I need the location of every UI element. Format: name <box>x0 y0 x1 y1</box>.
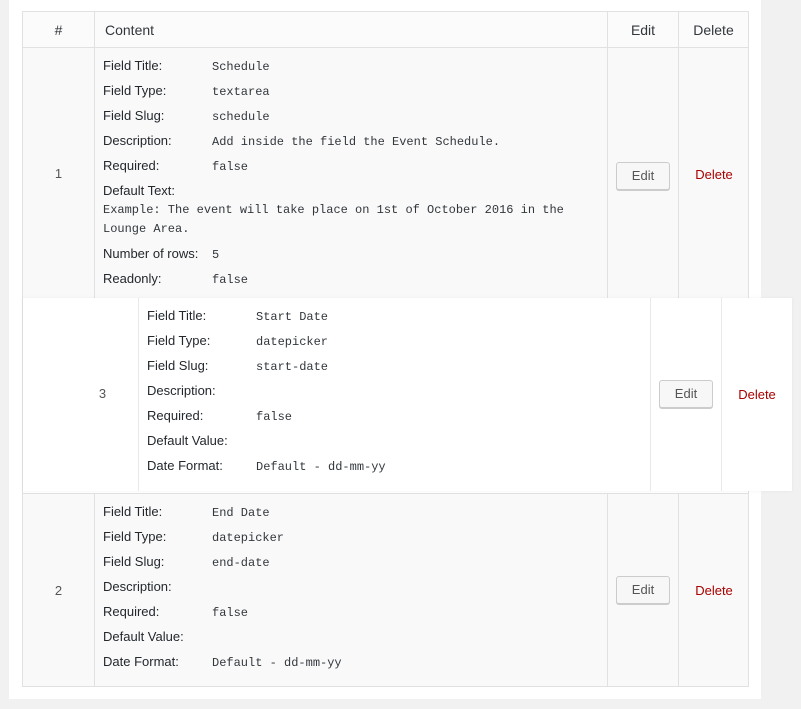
dragged-row[interactable]: 3 Field Title: Start Date Field Type: date… <box>23 298 792 491</box>
required-line: Required: false <box>103 602 248 622</box>
description-line: Description: <box>103 577 212 597</box>
field-slug-value: end-date <box>212 556 270 570</box>
field-type-label: Field Type: <box>147 333 211 348</box>
row-number: 3 <box>98 386 107 401</box>
description-line: Description: <box>147 381 256 401</box>
readonly-value: false <box>212 273 249 287</box>
field-slug-label: Field Slug: <box>103 554 165 569</box>
default-value-label: Default Value: <box>147 433 228 448</box>
table-row[interactable]: 2 Field Title: End Date Field Type: datepi… <box>23 493 748 686</box>
field-slug-line: Field Slug: start-date <box>147 356 328 376</box>
field-type-line: Field Type: textarea <box>103 81 270 101</box>
readonly-label: Readonly: <box>103 271 162 286</box>
row-content: Field Title: End Date Field Type: datepick… <box>94 494 607 686</box>
description-line: Description: Add inside the field the Eve… <box>103 131 500 151</box>
date-format-line: Date Format: Default - dd-mm-yy <box>103 652 342 672</box>
readonly-line: Readonly: false <box>103 269 248 289</box>
header-num: # <box>54 22 63 38</box>
default-value-label: Default Value: <box>103 629 184 644</box>
date-format-line: Date Format: Default - dd-mm-yy <box>147 456 386 476</box>
required-line: Required: false <box>147 406 292 426</box>
field-slug-value: start-date <box>256 360 329 374</box>
date-format-label: Date Format: <box>147 458 223 473</box>
delete-cell: Delete <box>678 48 748 299</box>
delete-cell: Delete <box>721 298 792 491</box>
required-line: Required: false <box>103 156 248 176</box>
field-type-value: datepicker <box>256 335 329 349</box>
required-value: false <box>212 160 249 174</box>
field-title-value: Start Date <box>256 310 329 324</box>
header-edit: Edit <box>607 12 678 47</box>
date-format-label: Date Format: <box>103 654 179 669</box>
required-label: Required: <box>103 158 160 173</box>
field-slug-value: schedule <box>212 110 270 124</box>
row-content: Field Title: Start Date Field Type: datepi… <box>138 298 651 491</box>
delete-link[interactable]: Delete <box>722 387 792 402</box>
field-title-value: Schedule <box>212 60 270 74</box>
field-slug-label: Field Slug: <box>147 358 209 373</box>
field-type-value: datepicker <box>212 531 285 545</box>
field-type-line: Field Type: datepicker <box>103 527 284 547</box>
description-value: Add inside the field the Event Schedule. <box>212 135 501 149</box>
field-title-label: Field Title: <box>147 308 207 323</box>
row-number: 2 <box>54 583 63 598</box>
edit-button[interactable]: Edit <box>616 576 670 604</box>
default-value-line: Default Value: <box>147 431 256 451</box>
default-text-label: Default Text: <box>103 183 176 198</box>
table-header: # Content Edit Delete <box>23 12 748 48</box>
date-format-value: Default - dd-mm-yy <box>256 460 386 474</box>
description-label: Description: <box>103 133 172 148</box>
field-title-value: End Date <box>212 506 270 520</box>
required-label: Required: <box>147 408 204 423</box>
edit-cell: Edit <box>607 494 678 686</box>
date-format-value: Default - dd-mm-yy <box>212 656 342 670</box>
delete-cell: Delete <box>678 494 748 686</box>
header-content: Content <box>94 12 607 47</box>
field-type-value: textarea <box>212 85 270 99</box>
header-delete: Delete <box>678 12 748 47</box>
field-title-label: Field Title: <box>103 58 163 73</box>
delete-link[interactable]: Delete <box>679 167 749 182</box>
number-of-rows-line: Number of rows: 5 <box>103 244 219 264</box>
field-title-line: Field Title: Schedule <box>103 56 270 76</box>
edit-button[interactable]: Edit <box>616 162 670 190</box>
default-text-value: Example: The event will take place on 1s… <box>103 203 564 236</box>
field-slug-line: Field Slug: end-date <box>103 552 270 572</box>
field-title-line: Field Title: End Date <box>103 502 270 522</box>
field-title-line: Field Title: Start Date <box>147 306 328 326</box>
field-slug-line: Field Slug: schedule <box>103 106 270 126</box>
edit-cell: Edit <box>650 298 721 491</box>
description-label: Description: <box>147 383 216 398</box>
description-label: Description: <box>103 579 172 594</box>
field-type-label: Field Type: <box>103 529 167 544</box>
edit-cell: Edit <box>607 48 678 299</box>
required-value: false <box>212 606 249 620</box>
number-of-rows-value: 5 <box>212 248 220 262</box>
drag-gap <box>23 298 67 491</box>
field-title-label: Field Title: <box>103 504 163 519</box>
required-label: Required: <box>103 604 160 619</box>
field-type-line: Field Type: datepicker <box>147 331 328 351</box>
delete-link[interactable]: Delete <box>679 583 749 598</box>
required-value: false <box>256 410 293 424</box>
number-of-rows-label: Number of rows: <box>103 246 199 261</box>
row-number: 1 <box>54 166 63 181</box>
row-content: Field Title: Schedule Field Type: textarea… <box>94 48 607 299</box>
default-text-line: Default Text: <box>103 181 212 201</box>
field-slug-label: Field Slug: <box>103 108 165 123</box>
default-value-line: Default Value: <box>103 627 212 647</box>
table-row[interactable]: 1 Field Title: Schedule Field Type: textar… <box>23 48 748 299</box>
field-type-label: Field Type: <box>103 83 167 98</box>
edit-button[interactable]: Edit <box>659 380 713 408</box>
